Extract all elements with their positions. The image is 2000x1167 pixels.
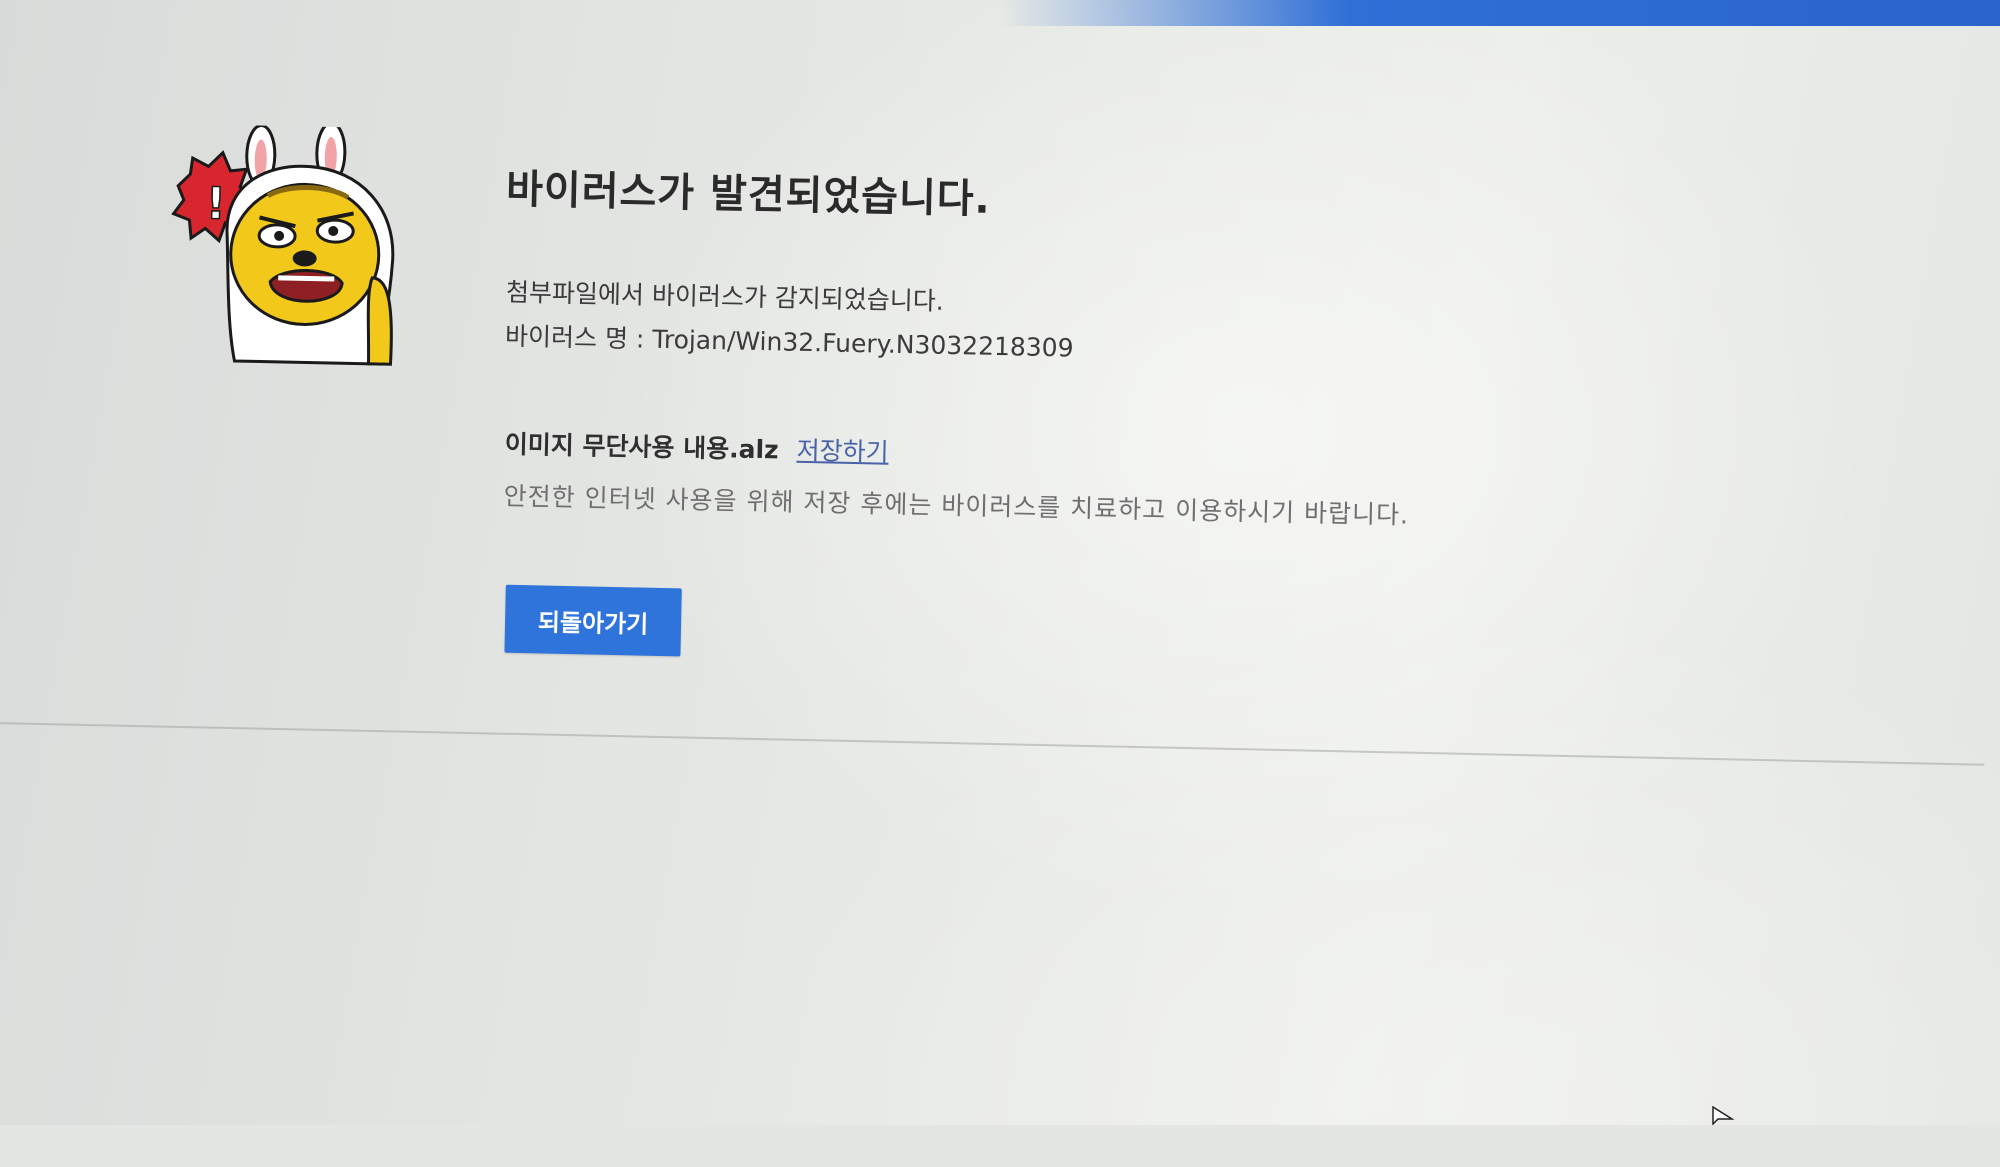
safety-advice: 안전한 인터넷 사용을 위해 저장 후에는 바이러스를 치료하고 이용하시기 바… [503, 481, 1410, 530]
virus-name-value: Trojan/Win32.Fuery.N3032218309 [652, 324, 1074, 363]
page-title: 바이러스가 발견되었습니다. [505, 166, 992, 223]
back-button[interactable]: 되돌아가기 [504, 584, 682, 657]
mascot-illustration: ! [171, 123, 395, 366]
virus-alert-page: ! 바이러스가 발견되었습니다. 첨부파일에서 바이러스가 감지되었습니다. 바… [0, 0, 2000, 1167]
detection-message: 첨부파일에서 바이러스가 감지되었습니다. [505, 277, 945, 316]
virus-name-label: 바이러스 명 : [504, 321, 653, 354]
save-link[interactable]: 저장하기 [796, 436, 889, 467]
top-accent-bar [1000, 0, 2000, 26]
content-divider [0, 721, 1985, 766]
attachment-row: 이미지 무단사용 내용.alz 저장하기 [504, 425, 889, 469]
virus-name-row: 바이러스 명 : Trojan/Win32.Fuery.N3032218309 [505, 317, 1074, 365]
attachment-file-name: 이미지 무단사용 내용.alz [504, 429, 779, 465]
svg-text:!: ! [205, 178, 226, 229]
mouse-pointer-icon [1712, 1106, 1734, 1125]
